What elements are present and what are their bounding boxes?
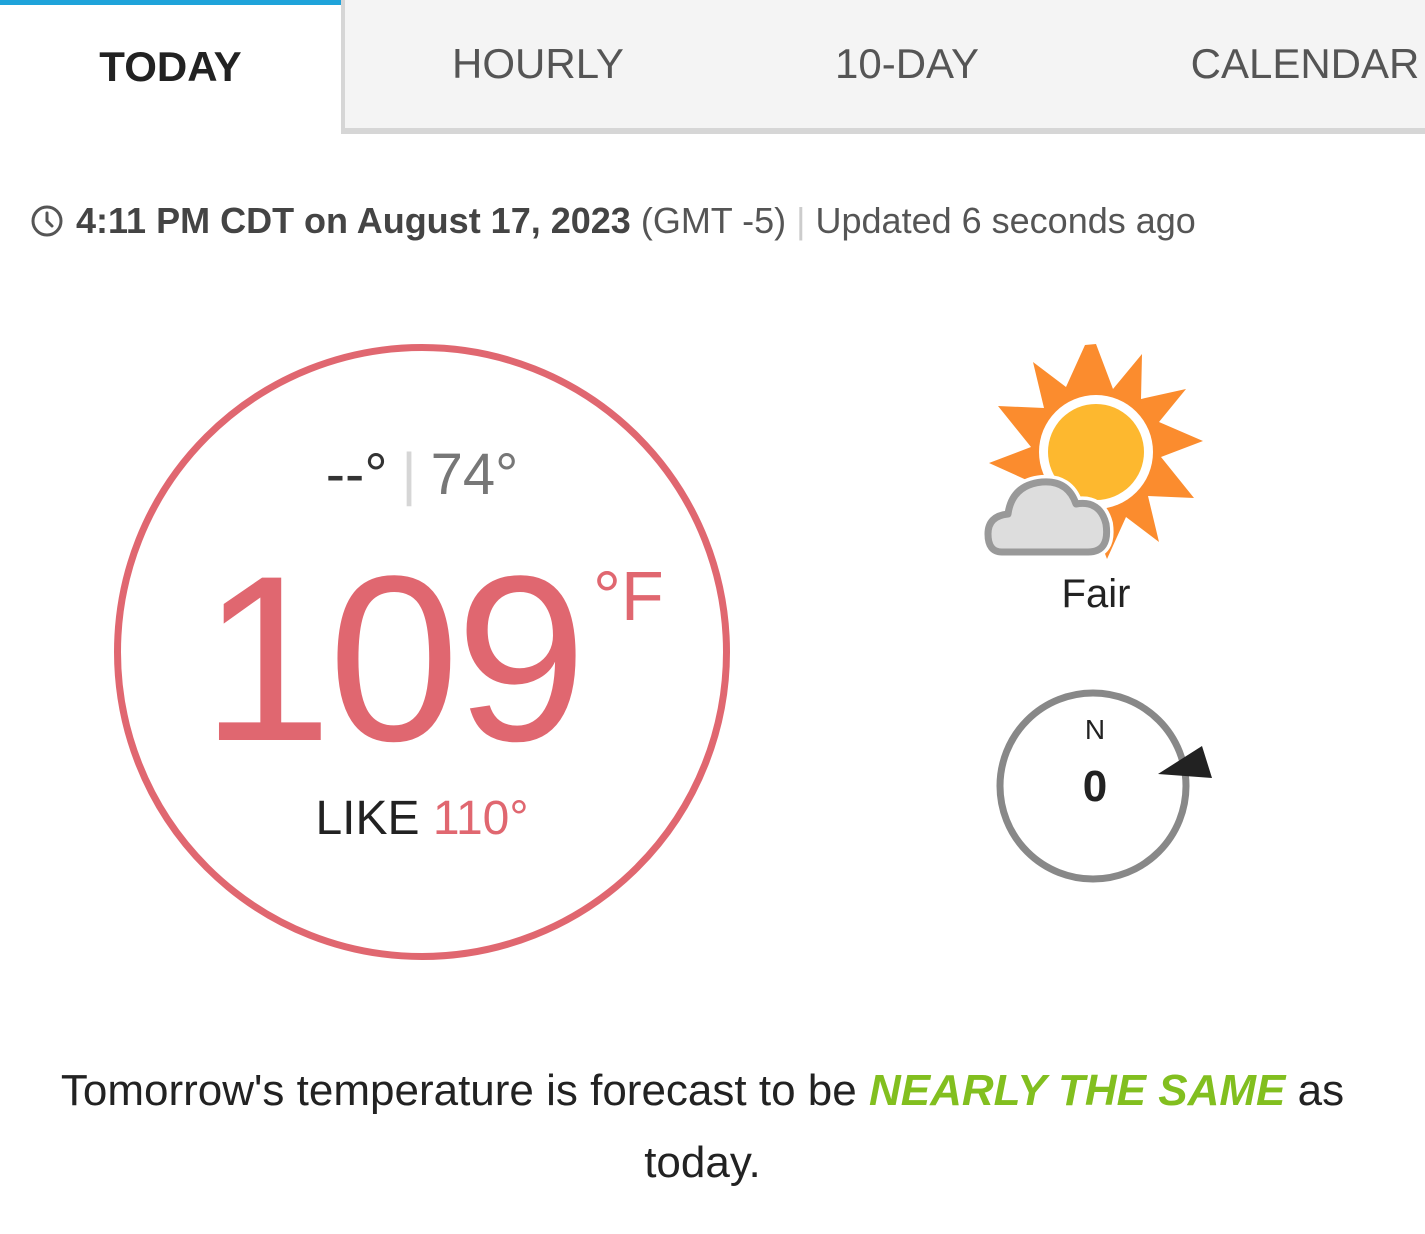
- wind-direction-label: N: [1084, 714, 1106, 745]
- temperature-circle: --° | 74° 109 °F LIKE 110°: [114, 344, 730, 960]
- feels-like-label: LIKE: [315, 792, 420, 845]
- timezone-offset: (GMT -5): [640, 200, 787, 241]
- current-temperature: 109: [201, 527, 587, 791]
- forecast-emphasis: NEARLY THE SAME: [868, 1066, 1286, 1115]
- temperature-unit: °F: [593, 557, 664, 635]
- forecast-prefix: Tomorrow's temperature is forecast to be: [60, 1066, 857, 1115]
- tab-calendar[interactable]: CALENDAR: [1160, 0, 1425, 128]
- high-low-separator: |: [401, 442, 417, 507]
- clock-icon: [31, 205, 63, 237]
- feels-like-value: 110°: [432, 792, 529, 845]
- observation-time: 4:11 PM CDT on August 17, 2023: [76, 200, 631, 241]
- timestamp-separator: |: [796, 200, 806, 241]
- updated-ago: Updated 6 seconds ago: [815, 200, 1196, 241]
- tab-today[interactable]: TODAY: [0, 0, 341, 128]
- feels-like: LIKE 110°: [121, 791, 723, 846]
- observation-timestamp: 4:11 PM CDT on August 17, 2023 (GMT -5) …: [30, 200, 1196, 242]
- high-low-temps: --° | 74°: [121, 441, 723, 508]
- tab-bar: TODAY HOURLY 10-DAY CALENDAR: [0, 0, 1425, 134]
- tab-hourly[interactable]: HOURLY: [400, 0, 676, 128]
- high-temp: --°: [325, 442, 388, 507]
- low-temp: 74°: [430, 442, 519, 507]
- tab-10-day[interactable]: 10-DAY: [780, 0, 1034, 128]
- wind-speed: 0: [1082, 762, 1108, 811]
- forecast-summary: Tomorrow's temperature is forecast to be…: [30, 1055, 1375, 1199]
- condition-text: Fair: [1061, 572, 1131, 616]
- partly-cloudy-sun-icon: [981, 344, 1203, 559]
- wind-compass: N 0: [990, 686, 1220, 886]
